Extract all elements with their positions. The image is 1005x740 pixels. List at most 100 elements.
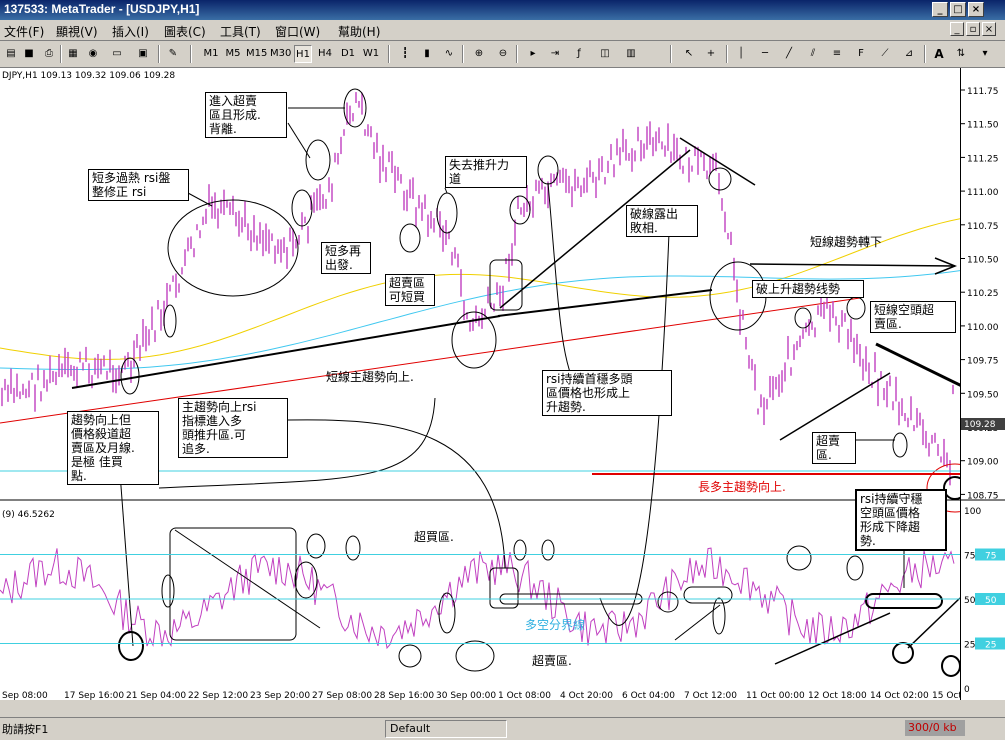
timeframe-m30[interactable]: M30 — [270, 45, 291, 63]
note-enter-overbought: 進入超賣 區且形成. 背離. — [205, 92, 287, 138]
minimize-button[interactable]: _ — [932, 2, 948, 17]
current-price-label: 109.28 — [964, 420, 996, 430]
timeframe-d1[interactable]: D1 — [339, 45, 357, 63]
fibonacci-icon[interactable]: F — [852, 45, 870, 63]
rsi-level-label: 25 — [985, 641, 996, 651]
crosshair-icon[interactable]: + — [702, 45, 720, 63]
child-minimize-button[interactable]: _ — [950, 22, 964, 36]
red-trendline — [0, 297, 861, 424]
price-tick-label: 111.75 — [967, 87, 999, 97]
timeframe-m5[interactable]: M5 — [224, 45, 242, 63]
line-chart-icon[interactable]: ∿ — [440, 45, 458, 63]
trendline-icon[interactable]: ╱ — [780, 45, 798, 63]
rsi-tick-label: 0 — [964, 685, 970, 695]
save-icon[interactable]: ■ — [20, 45, 38, 63]
note-trend-up-but: 趨勢向上但 價格殺道超 賣區及月線. 是極 佳買 點. — [67, 411, 159, 485]
menu-file[interactable]: 文件(F) — [4, 23, 44, 40]
maximize-button[interactable]: □ — [950, 2, 966, 17]
market-watch-icon[interactable]: ▦ — [64, 45, 82, 63]
label-oversold-zone: 超賣區. — [532, 654, 572, 668]
label-bull-bear-line: 多空分界線 — [525, 618, 586, 632]
gann-icon[interactable]: ⟋ — [876, 45, 894, 63]
period-icon[interactable]: ◫ — [596, 45, 614, 63]
window-title: 137533: MetaTrader - [USDJPY,H1] — [4, 2, 200, 16]
menu-view[interactable]: 顯視(V) — [56, 23, 98, 40]
rsi-circle-e — [398, 644, 422, 668]
more-tools-icon[interactable]: ▾ — [976, 45, 994, 63]
close-button[interactable]: × — [968, 2, 984, 17]
price-tick-label: 110.50 — [967, 256, 999, 266]
timeframe-m1[interactable]: M1 — [202, 45, 220, 63]
box-rsi-a — [169, 527, 297, 641]
time-tick-label: 27 Sep 08:00 — [312, 691, 372, 700]
title-bar: 137533: MetaTrader - [USDJPY,H1] _ □ × — [0, 0, 1005, 20]
shapes-icon[interactable]: ⊿ — [900, 45, 918, 63]
chart-area[interactable]: Sep 08:00 17 Sep 16:00 21 Sep 04:00 22 Sep … — [0, 68, 991, 701]
connector-f — [287, 122, 311, 159]
time-axis: Sep 08:00 17 Sep 16:00 21 Sep 04:00 22 Sep … — [2, 691, 991, 701]
rsi-tick-label: 100 — [964, 507, 981, 517]
note-short-overheat: 短多過熱 rsi盤 整修正 rsi — [88, 169, 189, 201]
rsi-diag — [174, 529, 321, 629]
zoom-in-icon[interactable]: ⊕ — [470, 45, 488, 63]
note-short-bear: 短線空頭超 賣區. — [870, 301, 956, 333]
rsi-circle-d — [345, 535, 361, 561]
child-close-button[interactable]: × — [982, 22, 996, 36]
rsi-circle-n — [892, 642, 914, 664]
circle-oversold-buy — [399, 223, 421, 253]
timeframe-m15[interactable]: M15 — [246, 45, 267, 63]
cursor-icon[interactable]: ↖ — [680, 45, 698, 63]
circle-buy — [120, 357, 140, 395]
menu-window[interactable]: 窗口(W) — [275, 23, 320, 40]
expert-advisor-icon[interactable]: ✎ — [164, 45, 182, 63]
new-chart-icon[interactable]: ▤ — [2, 45, 20, 63]
bar-chart-icon[interactable]: ┇ — [396, 45, 414, 63]
equidistant-icon[interactable]: ≡ — [828, 45, 846, 63]
menu-insert[interactable]: 插入(I) — [112, 23, 149, 40]
timeframe-w1[interactable]: W1 — [362, 45, 380, 63]
rsi-trend-c — [907, 597, 961, 649]
price-tick-label: 110.75 — [967, 222, 999, 232]
zoom-out-icon[interactable]: ⊖ — [494, 45, 512, 63]
menu-tools[interactable]: 工具(T) — [220, 23, 261, 40]
rsi-tick-label: 75 — [964, 552, 975, 562]
time-tick-label: 4 Oct 20:00 — [560, 691, 613, 700]
note-main-trend-up: 主趨勢向上rsi 指標進入多 頭推升區.可 追多. — [178, 398, 288, 458]
chart-shift-icon[interactable]: ⇥ — [546, 45, 564, 63]
rsi-circle-o — [941, 655, 961, 677]
child-restore-button[interactable]: ▫ — [966, 22, 980, 36]
menu-chart[interactable]: 圖表(C) — [164, 23, 206, 40]
rsi-circle-g — [455, 640, 495, 672]
indicators-icon[interactable]: ƒ — [570, 45, 588, 63]
connector-g — [444, 187, 448, 194]
rsi-band-bear — [865, 593, 943, 609]
strategy-tester-icon[interactable]: ▣ — [134, 45, 152, 63]
rsi-circle-h — [513, 539, 527, 561]
template-icon[interactable]: ▥ — [622, 45, 640, 63]
rsi-level-label: 50 — [985, 596, 997, 606]
horizontal-line-icon[interactable]: ─ — [756, 45, 774, 63]
print-icon[interactable]: ⎙ — [40, 45, 58, 63]
label-long-main-up: 長多主趨勢向上. — [698, 480, 786, 494]
navigator-icon[interactable]: ◉ — [84, 45, 102, 63]
rsi-band-break — [683, 586, 733, 604]
vertical-line-icon[interactable]: │ — [732, 45, 750, 63]
timeframe-h4[interactable]: H4 — [316, 45, 334, 63]
label-short-main-up: 短線主趨勢向上. — [326, 370, 414, 384]
circle-e — [794, 307, 812, 329]
menu-help[interactable]: 幫助(H) — [338, 23, 380, 40]
candlestick-icon[interactable]: ▮ — [418, 45, 436, 63]
rsi-level-label: 75 — [985, 552, 996, 562]
channel-icon[interactable]: ⫽ — [804, 45, 822, 63]
terminal-icon[interactable]: ▭ — [108, 45, 126, 63]
time-tick-label: 6 Oct 04:00 — [622, 691, 675, 700]
text-tool-icon[interactable]: A — [930, 45, 948, 63]
price-axis[interactable]: 111.75 111.50 111.25 111.00 110.75 110.50 110.… — [960, 68, 1005, 700]
rsi-line — [0, 547, 955, 650]
arrows-icon[interactable]: ⇅ — [952, 45, 970, 63]
price-tick-label: 109.75 — [967, 357, 999, 367]
toolbar: ▤ ■ ⎙ ▦ ◉ ▭ ▣ ✎ M1 M5 M15 M30 H1 H4 D1 W… — [0, 41, 1005, 68]
auto-scroll-icon[interactable]: ▸ — [524, 45, 542, 63]
timeframe-h1[interactable]: H1 — [294, 45, 312, 63]
status-bar: 助請按F1 Default 300/0 kb — [0, 717, 1005, 740]
